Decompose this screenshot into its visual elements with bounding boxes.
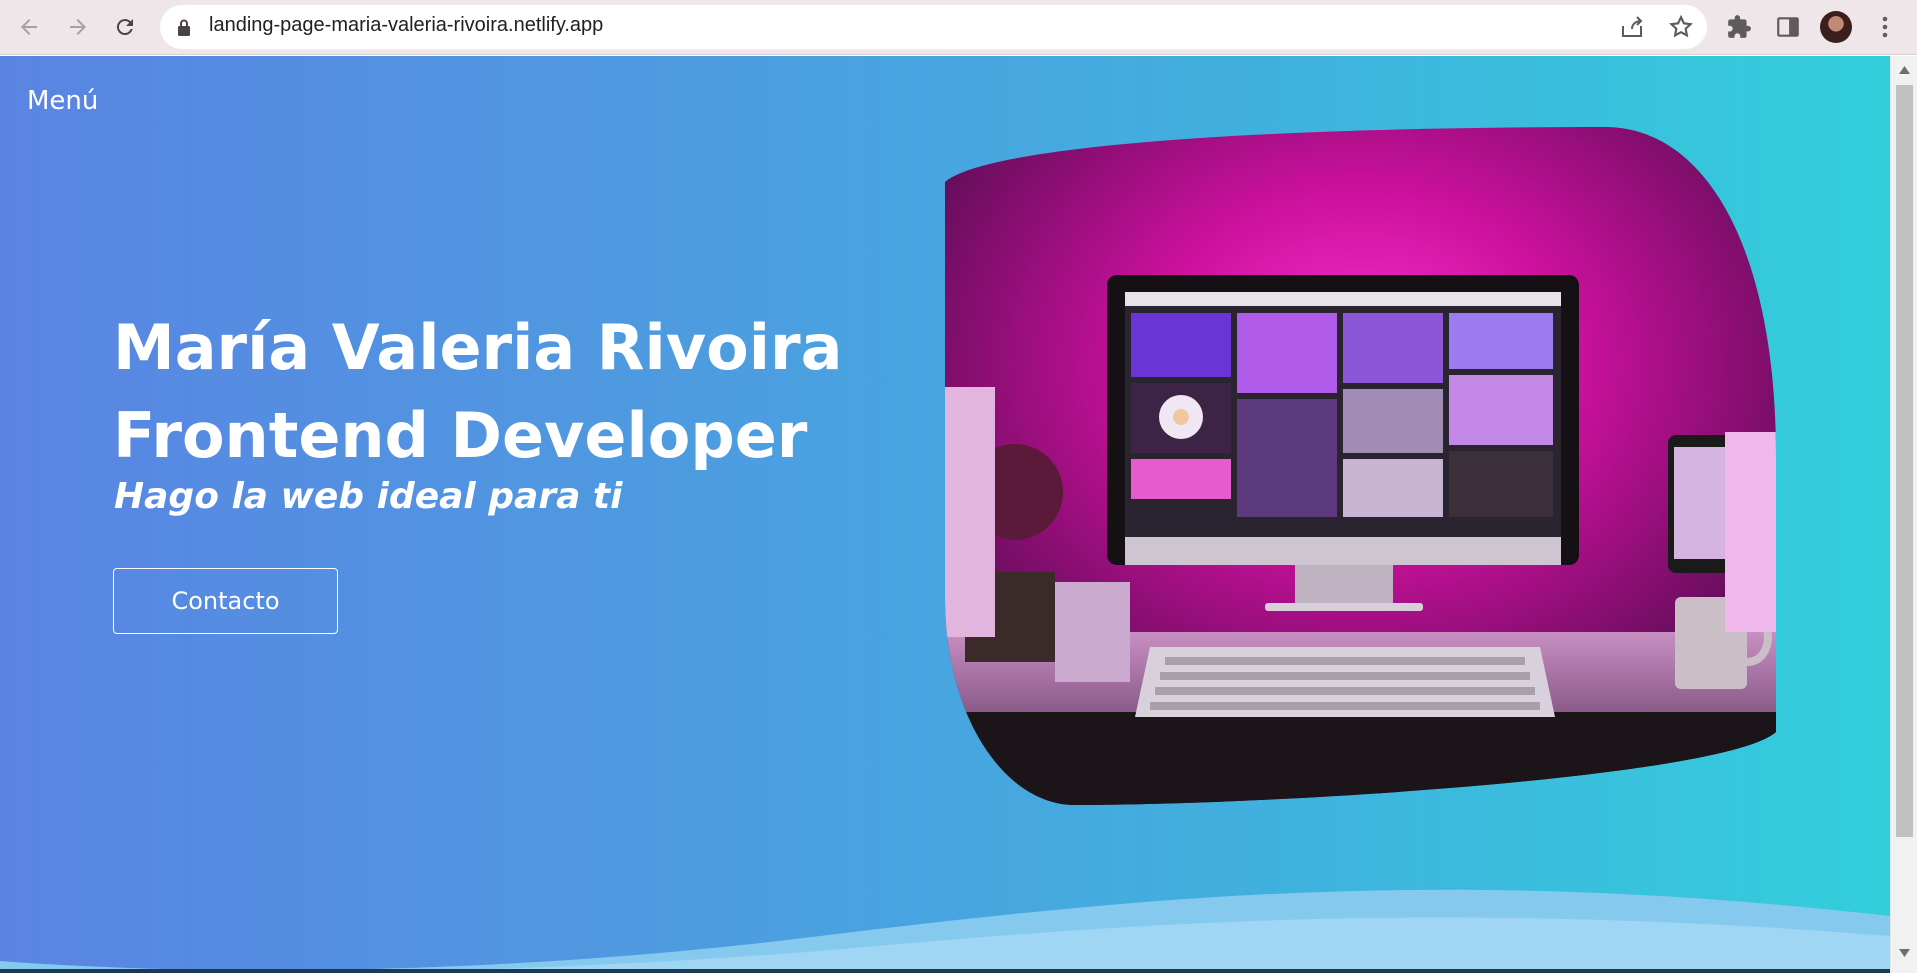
arrow-left-icon bbox=[21, 19, 37, 35]
hero-desk-image bbox=[945, 127, 1776, 805]
share-icon[interactable] bbox=[1619, 14, 1645, 40]
url-text[interactable]: landing-page-maria-valeria-rivoira.netli… bbox=[209, 14, 603, 37]
back-button[interactable] bbox=[10, 8, 48, 46]
profile-avatar[interactable] bbox=[1820, 11, 1852, 43]
bookmark-star-icon[interactable] bbox=[1668, 14, 1694, 40]
taskbar-edge bbox=[0, 969, 1890, 973]
extensions-puzzle-icon[interactable] bbox=[1726, 14, 1752, 40]
contact-button[interactable]: Contacto bbox=[113, 568, 338, 634]
hero-title: María Valeria Rivoira Frontend Developer bbox=[113, 304, 842, 480]
browser-toolbar: landing-page-maria-valeria-rivoira.netli… bbox=[0, 0, 1917, 55]
arrow-right-icon bbox=[70, 19, 86, 35]
hero-title-role: Frontend Developer bbox=[113, 399, 808, 472]
bottom-wave bbox=[0, 889, 1890, 973]
scrollbar-thumb[interactable] bbox=[1896, 85, 1913, 837]
hero-subtitle: Hago la web ideal para ti bbox=[114, 476, 623, 517]
reload-button[interactable] bbox=[106, 8, 144, 46]
scroll-down-arrow-icon[interactable] bbox=[1899, 949, 1910, 957]
hero-title-name: María Valeria Rivoira bbox=[113, 311, 843, 384]
forward-button[interactable] bbox=[59, 8, 97, 46]
more-options-icon[interactable] bbox=[1875, 14, 1895, 40]
page-scrollbar[interactable] bbox=[1890, 56, 1917, 973]
side-panel-icon[interactable] bbox=[1775, 14, 1801, 40]
reload-icon bbox=[116, 19, 133, 36]
menu-link[interactable]: Menú bbox=[27, 86, 98, 116]
lock-icon bbox=[178, 19, 190, 36]
landing-page: Menú María Valeria Rivoira Frontend Deve… bbox=[0, 56, 1890, 973]
scroll-up-arrow-icon[interactable] bbox=[1899, 66, 1910, 74]
